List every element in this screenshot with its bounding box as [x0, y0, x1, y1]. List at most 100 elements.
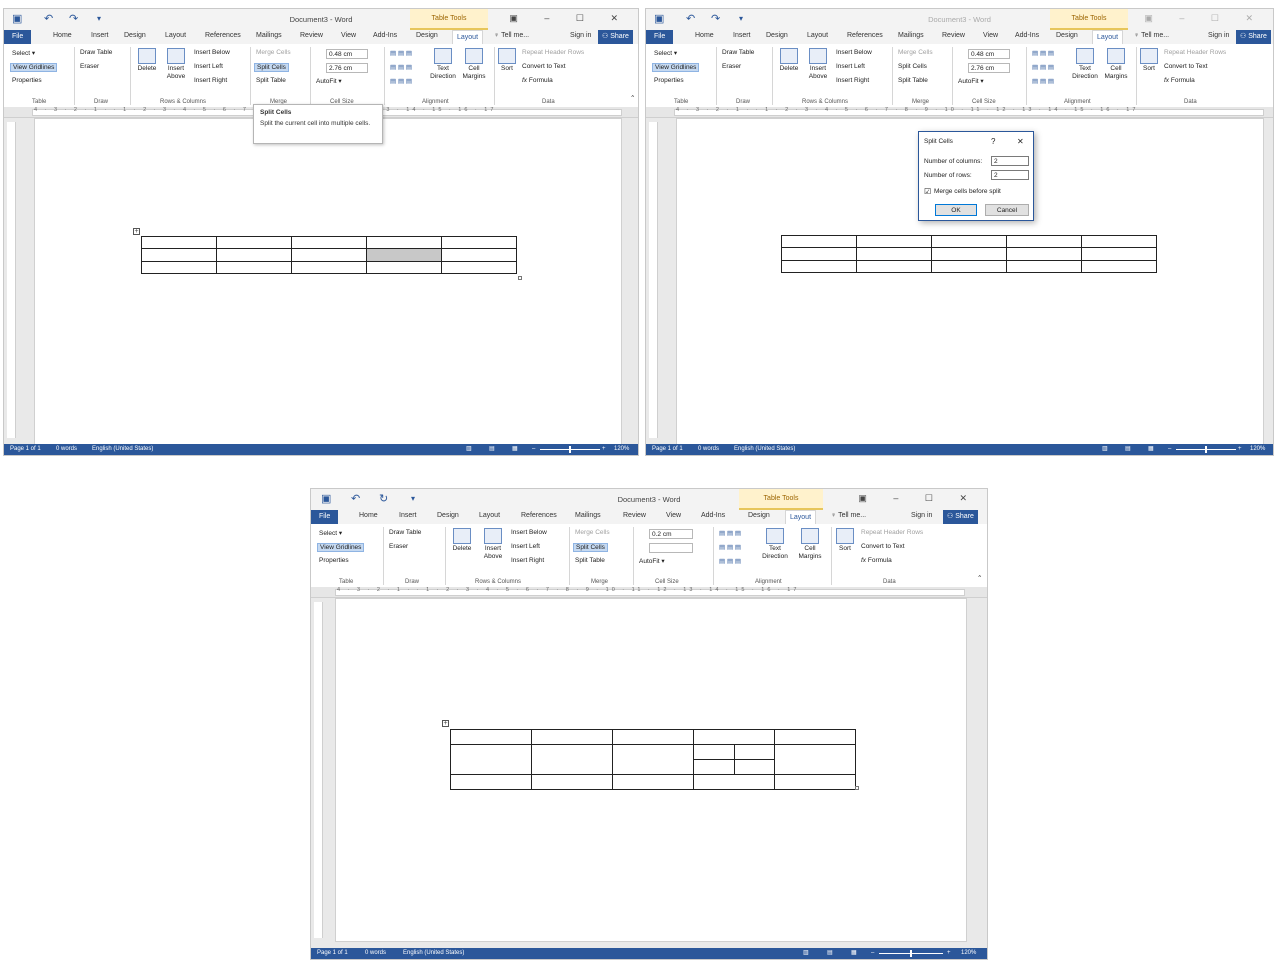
alignment-grid[interactable]: ▤ ▤ ▤ — [1032, 49, 1054, 57]
merge-cells-button[interactable]: Merge Cells — [898, 49, 933, 56]
language-status[interactable]: English (United States) — [403, 948, 464, 959]
insert-above-button[interactable]: Insert Above — [164, 48, 188, 81]
split-cells-button[interactable]: Split Cells — [898, 63, 927, 70]
table-cell[interactable] — [612, 774, 694, 790]
page[interactable]: + — [34, 118, 622, 446]
draw-table-button[interactable]: Draw Table — [722, 49, 754, 56]
table-cell[interactable] — [531, 774, 613, 790]
table-cell[interactable] — [693, 774, 775, 790]
tab-layout[interactable]: Layout — [479, 512, 500, 519]
web-layout-icon[interactable]: ▦ — [512, 444, 518, 455]
insert-left-button[interactable]: Insert Left — [511, 543, 540, 550]
insert-left-button[interactable]: Insert Left — [194, 63, 223, 70]
tab-references[interactable]: References — [847, 32, 883, 39]
repeat-header-rows-button[interactable]: Repeat Header Rows — [522, 49, 584, 56]
merge-checkbox[interactable]: ☑ — [924, 187, 931, 196]
delete-button[interactable]: Delete — [451, 528, 473, 553]
zoom-level[interactable]: 120% — [1250, 444, 1265, 455]
table-cell[interactable] — [366, 261, 442, 274]
table-move-handle-icon[interactable]: + — [442, 720, 449, 727]
tab-addins[interactable]: Add-Ins — [373, 32, 397, 39]
alignment-grid-row2[interactable]: ▤ ▤ ▤ — [719, 543, 741, 551]
columns-input[interactable]: 2 — [991, 156, 1029, 166]
web-layout-icon[interactable]: ▦ — [851, 948, 857, 959]
properties-button[interactable]: Properties — [12, 77, 42, 84]
formula-button[interactable]: fx Formula — [1164, 77, 1195, 84]
convert-to-text-button[interactable]: Convert to Text — [861, 543, 905, 550]
table-resize-handle[interactable] — [855, 786, 859, 790]
zoom-level[interactable]: 120% — [961, 948, 976, 959]
ok-button[interactable]: OK — [935, 204, 977, 216]
tab-home[interactable]: Home — [695, 32, 714, 39]
text-direction-button[interactable]: Text Direction — [1070, 48, 1100, 81]
print-layout-icon[interactable]: ▤ — [827, 948, 833, 959]
tell-me-box[interactable]: ♀ Tell me... — [494, 32, 529, 39]
tab-layout[interactable]: Layout — [807, 32, 828, 39]
table-cell[interactable] — [856, 260, 932, 273]
table-cell[interactable] — [781, 235, 857, 248]
alignment-grid[interactable]: ▤ ▤ ▤ — [390, 49, 412, 57]
convert-to-text-button[interactable]: Convert to Text — [522, 63, 566, 70]
zoom-out-icon[interactable]: – — [532, 444, 535, 455]
table-cell[interactable] — [531, 729, 613, 745]
tab-home[interactable]: Home — [53, 32, 72, 39]
eraser-button[interactable]: Eraser — [80, 63, 99, 70]
draw-table-button[interactable]: Draw Table — [80, 49, 112, 56]
collapse-ribbon-icon[interactable]: ⌃ — [630, 94, 635, 102]
sign-in-link[interactable]: Sign in — [1208, 32, 1229, 39]
split-table-cell[interactable] — [733, 759, 775, 775]
split-cells-button[interactable]: Split Cells — [573, 543, 608, 552]
alignment-grid-row2[interactable]: ▤ ▤ ▤ — [390, 63, 412, 71]
tab-references[interactable]: References — [205, 32, 241, 39]
table-cell[interactable] — [291, 261, 367, 274]
table-cell[interactable] — [216, 248, 292, 262]
table-cell[interactable] — [141, 248, 217, 262]
delete-button[interactable]: Delete — [778, 48, 800, 73]
table-cell[interactable] — [781, 260, 857, 273]
table-cell[interactable] — [291, 236, 367, 249]
select-button[interactable]: Select ▾ — [319, 529, 342, 537]
tab-addins[interactable]: Add-Ins — [701, 512, 725, 519]
tab-table-design[interactable]: Design — [1056, 32, 1078, 39]
alignment-grid-row3[interactable]: ▤ ▤ ▤ — [719, 557, 741, 565]
select-button[interactable]: Select ▾ — [654, 49, 677, 57]
formula-button[interactable]: fx Formula — [861, 557, 892, 564]
draw-table-button[interactable]: Draw Table — [389, 529, 421, 536]
table-cell[interactable] — [781, 247, 857, 261]
row-height-spinner[interactable]: 0.2 cm — [649, 529, 693, 539]
tab-review[interactable]: Review — [942, 32, 965, 39]
table-cell[interactable] — [1006, 260, 1082, 273]
table-cell[interactable] — [612, 744, 694, 775]
sort-button[interactable]: Sort — [1140, 48, 1158, 73]
autofit-button[interactable]: AutoFit ▾ — [639, 557, 665, 565]
sign-in-link[interactable]: Sign in — [911, 512, 932, 519]
table-cell[interactable] — [1081, 247, 1157, 261]
table-cell[interactable] — [931, 247, 1007, 261]
dialog-help-icon[interactable]: ? — [991, 137, 995, 146]
split-table-button[interactable]: Split Table — [898, 77, 928, 84]
insert-below-button[interactable]: Insert Below — [194, 49, 230, 56]
text-direction-button[interactable]: Text Direction — [428, 48, 458, 81]
table-cell[interactable] — [1081, 235, 1157, 248]
table-cell[interactable] — [931, 235, 1007, 248]
alignment-grid-row2[interactable]: ▤ ▤ ▤ — [1032, 63, 1054, 71]
page[interactable]: + — [335, 598, 967, 942]
table-cell[interactable] — [856, 235, 932, 248]
tab-table-layout[interactable]: Layout — [785, 510, 817, 525]
table-resize-handle[interactable] — [518, 276, 522, 280]
window-controls[interactable]: ▣ – ☐ ✕ — [509, 13, 630, 24]
collapse-ribbon-icon[interactable]: ⌃ — [977, 574, 982, 582]
column-width-spinner[interactable]: 2.76 cm — [326, 63, 368, 73]
tab-view[interactable]: View — [666, 512, 681, 519]
word-count[interactable]: 0 words — [56, 444, 77, 455]
word-table[interactable] — [141, 236, 517, 274]
word-count[interactable]: 0 words — [698, 444, 719, 455]
tell-me-box[interactable]: ♀ Tell me... — [831, 512, 866, 519]
web-layout-icon[interactable]: ▦ — [1148, 444, 1154, 455]
insert-left-button[interactable]: Insert Left — [836, 63, 865, 70]
row-height-spinner[interactable]: 0.48 cm — [326, 49, 368, 59]
table-cell[interactable] — [216, 236, 292, 249]
table-cell[interactable] — [366, 236, 442, 249]
selected-table-cell[interactable] — [366, 248, 442, 262]
cell-margins-button[interactable]: Cell Margins — [795, 528, 825, 561]
